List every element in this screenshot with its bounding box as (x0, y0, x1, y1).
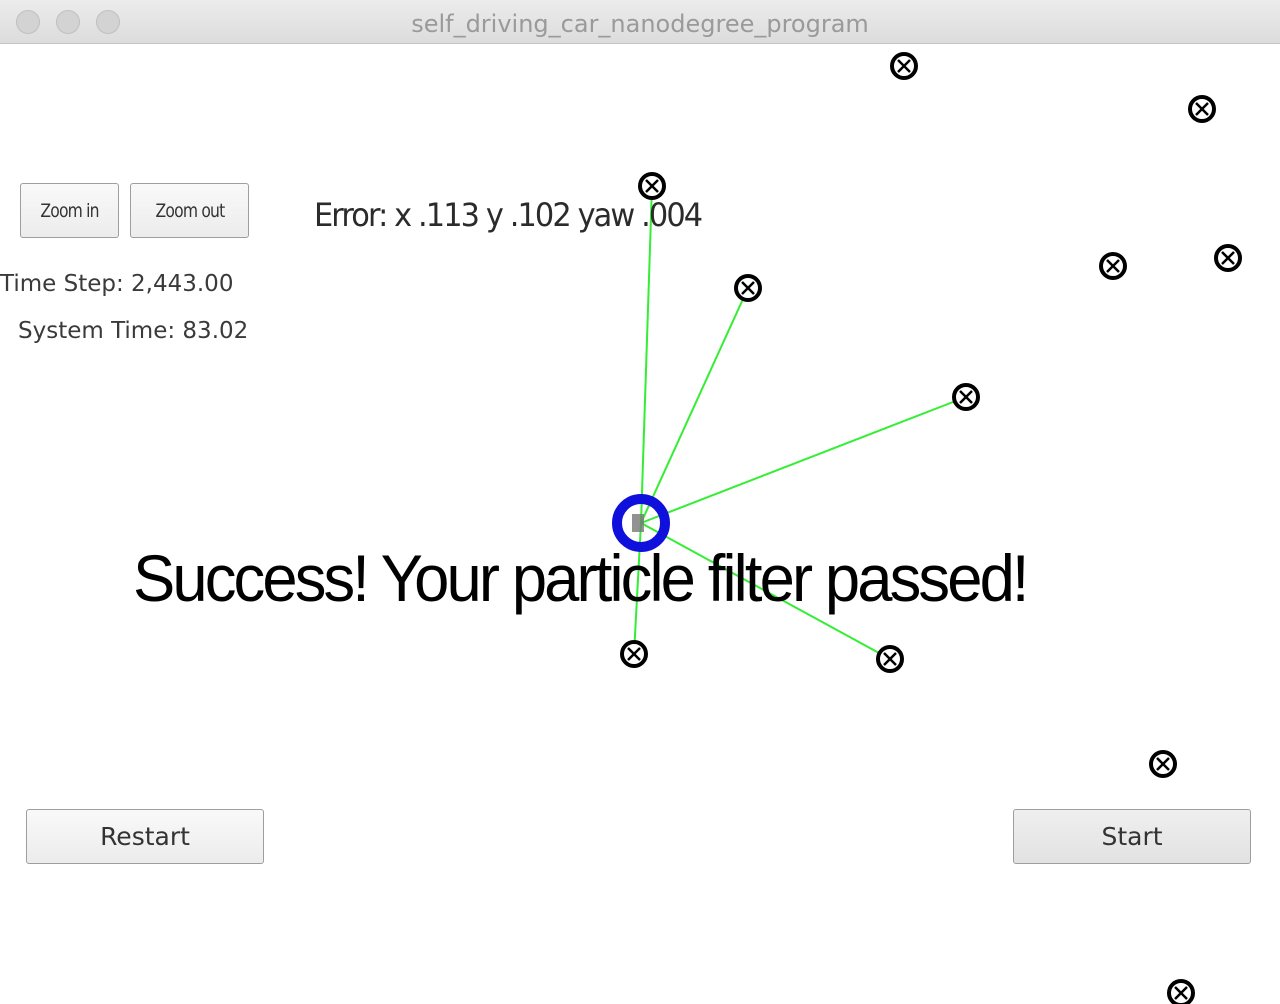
observation-line (640, 185, 653, 524)
landmark-x-icon (1188, 95, 1216, 123)
start-label: Start (1101, 822, 1163, 851)
landmark-x-icon (1214, 244, 1242, 272)
window-title: self_driving_car_nanodegree_program (411, 10, 869, 38)
landmark-x-icon (638, 172, 666, 200)
restart-button[interactable]: Restart (26, 809, 264, 864)
landmark-x-icon (890, 52, 918, 80)
simulator-scene: Zoom in Zoom out Error: x .113 y .102 ya… (0, 44, 1280, 1004)
landmark-x-icon (1167, 979, 1195, 1004)
zoom-in-button[interactable]: Zoom in (20, 183, 119, 238)
time-step-readout: Time Step: 2,443.00 (0, 271, 234, 297)
zoom-in-label: Zoom in (40, 199, 99, 222)
zoom-out-label: Zoom out (155, 199, 225, 222)
vehicle-body (632, 514, 644, 532)
landmark-x-icon (734, 274, 762, 302)
landmark-x-icon (620, 640, 648, 668)
error-readout: Error: x .113 y .102 yaw .004 (314, 196, 703, 234)
success-message: Success! Your particle filter passed! (133, 541, 1030, 615)
landmark-x-icon (952, 383, 980, 411)
window-titlebar: self_driving_car_nanodegree_program (0, 0, 1280, 44)
restart-label: Restart (100, 822, 190, 851)
landmark-x-icon (1099, 252, 1127, 280)
start-button[interactable]: Start (1013, 809, 1251, 864)
zoom-out-button[interactable]: Zoom out (130, 183, 249, 238)
landmark-x-icon (1149, 750, 1177, 778)
system-time-readout: System Time: 83.02 (18, 318, 249, 344)
landmark-x-icon (876, 645, 904, 673)
